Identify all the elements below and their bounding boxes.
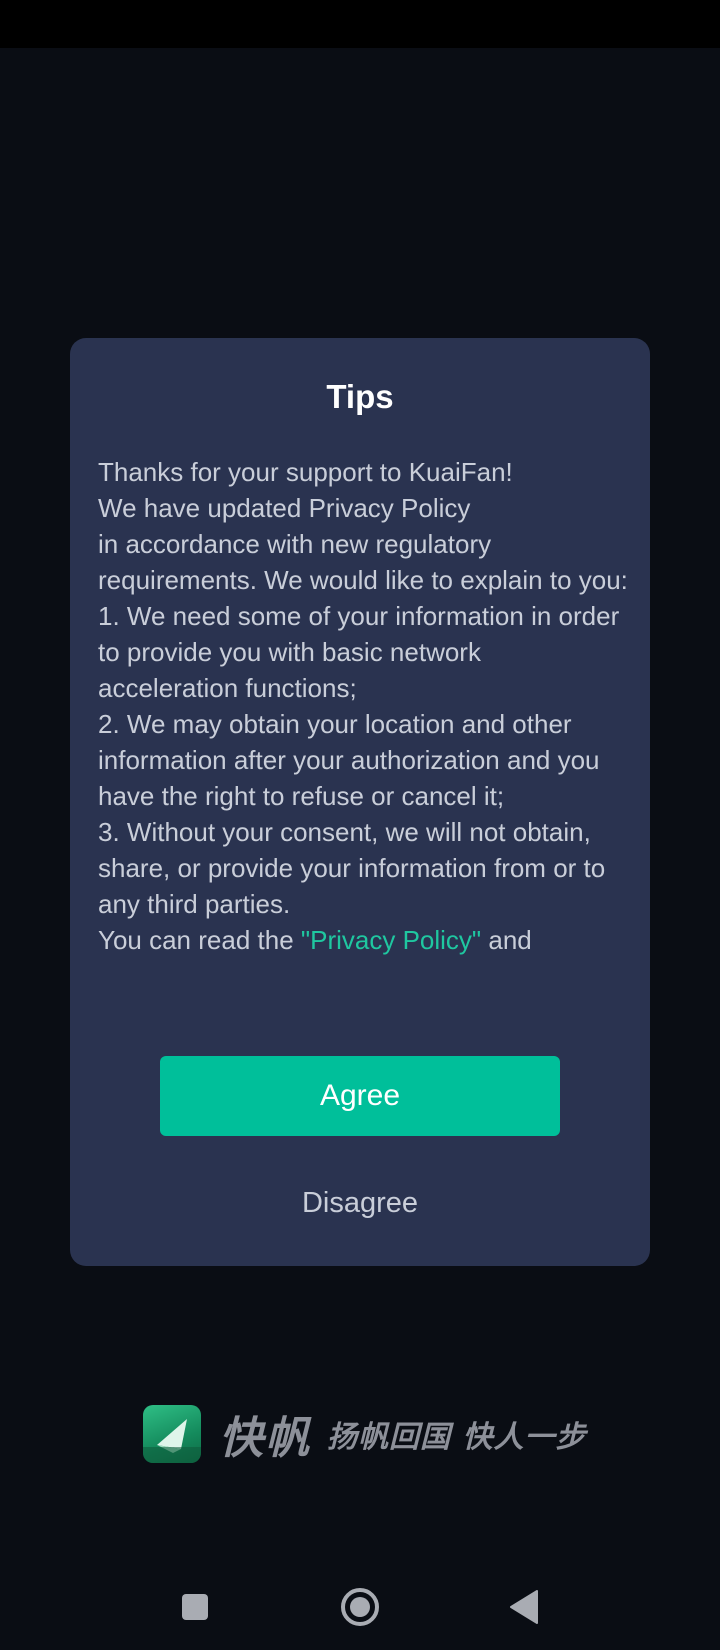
privacy-policy-link[interactable]: "Privacy Policy" [301, 925, 481, 955]
read-suffix: and [481, 925, 532, 955]
body-read-line: You can read the "Privacy Policy" and [98, 922, 628, 958]
triangle-back-icon [510, 1590, 538, 1624]
square-icon [182, 1594, 208, 1620]
back-button[interactable] [499, 1582, 549, 1632]
agree-button[interactable]: Agree [160, 1056, 560, 1136]
body-updated: We have updated Privacy Policy [98, 493, 471, 523]
read-prefix: You can read the [98, 925, 301, 955]
body-item-1: 1. We need some of your information in o… [98, 601, 620, 703]
dialog-body[interactable]: Thanks for your support to KuaiFan! We h… [98, 454, 628, 994]
body-item-3: 3. Without your consent, we will not obt… [98, 817, 606, 919]
navigation-bar [0, 1560, 720, 1650]
disagree-button[interactable]: Disagree [210, 1178, 510, 1228]
brand-slogan: 扬帆回国 快人一步 [327, 1420, 587, 1455]
body-thanks: Thanks for your support to KuaiFan! [98, 457, 513, 487]
brand-name: 快帆 [219, 1413, 311, 1464]
kuaifan-logo-icon [143, 1405, 201, 1463]
body-explain: in accordance with new regulatory requir… [98, 529, 628, 595]
body-item-2: 2. We may obtain your location and other… [98, 709, 600, 811]
brand-banner: 快帆 扬帆回国 快人一步 [143, 1404, 586, 1464]
home-button[interactable] [335, 1582, 385, 1632]
status-bar [0, 0, 720, 48]
dialog-title: Tips [326, 378, 394, 415]
circle-icon [341, 1588, 379, 1626]
recents-button[interactable] [170, 1582, 220, 1632]
privacy-dialog: Tips Thanks for your support to KuaiFan!… [70, 338, 650, 1266]
